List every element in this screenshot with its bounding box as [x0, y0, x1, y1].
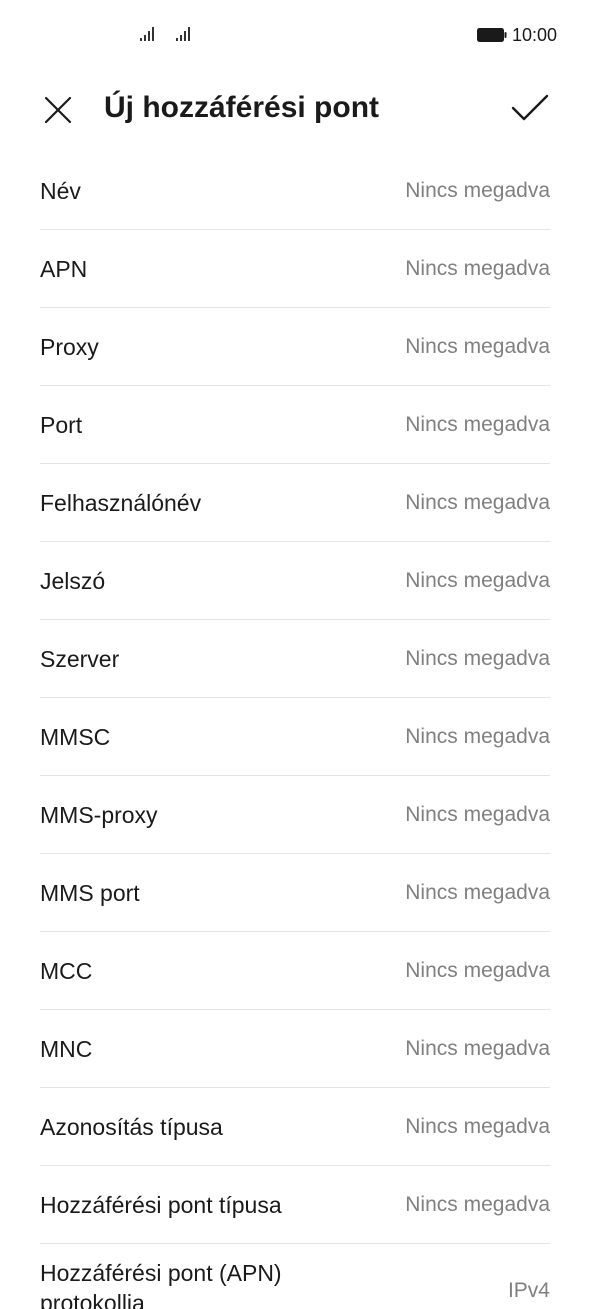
- field-value: Nincs megadva: [405, 491, 550, 514]
- field-value: Nincs megadva: [405, 257, 550, 280]
- field-label: Proxy: [40, 334, 99, 360]
- signal-icon: [176, 27, 190, 41]
- close-icon: [44, 96, 72, 124]
- apn-editor-screen: 10:00 Új hozzáférési pont Név Nincs mega…: [0, 0, 589, 1309]
- field-label: APN: [40, 256, 88, 282]
- field-row-auth-type[interactable]: Azonosítás típusa Nincs megadva: [40, 1088, 550, 1166]
- field-value: Nincs megadva: [405, 959, 550, 982]
- field-label: MMS port: [40, 880, 140, 906]
- field-row-apn[interactable]: APN Nincs megadva: [40, 230, 550, 308]
- close-button[interactable]: [36, 88, 80, 132]
- field-label: MMSC: [40, 724, 111, 750]
- page-title: Új hozzáférési pont: [104, 91, 380, 124]
- status-bar: 10:00: [0, 0, 589, 72]
- header: Új hozzáférési pont: [0, 72, 589, 148]
- field-row-apn-protocol[interactable]: Hozzáférési pont (APN) protokollja IPv4: [40, 1244, 550, 1309]
- field-row-port[interactable]: Port Nincs megadva: [40, 386, 550, 464]
- field-row-proxy[interactable]: Proxy Nincs megadva: [40, 308, 550, 386]
- field-row-server[interactable]: Szerver Nincs megadva: [40, 620, 550, 698]
- field-row-mms-port[interactable]: MMS port Nincs megadva: [40, 854, 550, 932]
- field-label: MCC: [40, 958, 93, 984]
- field-label: Jelszó: [40, 568, 106, 594]
- field-row-mcc[interactable]: MCC Nincs megadva: [40, 932, 550, 1010]
- field-row-mms-proxy[interactable]: MMS-proxy Nincs megadva: [40, 776, 550, 854]
- field-label: Név: [40, 178, 81, 204]
- status-time: 10:00: [512, 25, 558, 45]
- confirm-button[interactable]: [506, 86, 554, 130]
- field-label: Port: [40, 412, 83, 438]
- field-row-username[interactable]: Felhasználónév Nincs megadva: [40, 464, 550, 542]
- field-value: IPv4: [507, 1279, 550, 1302]
- field-label: MNC: [40, 1036, 93, 1062]
- field-row-apn-type[interactable]: Hozzáférési pont típusa Nincs megadva: [40, 1166, 550, 1244]
- signal-icon: [140, 27, 154, 41]
- field-value: Nincs megadva: [405, 647, 550, 670]
- field-row-mmsc[interactable]: MMSC Nincs megadva: [40, 698, 550, 776]
- field-value: Nincs megadva: [405, 803, 550, 826]
- field-label: Hozzáférési pont típusa: [40, 1192, 282, 1218]
- field-value: Nincs megadva: [405, 413, 550, 436]
- field-label: MMS-proxy: [40, 802, 158, 828]
- field-label: Azonosítás típusa: [40, 1114, 223, 1140]
- field-value: Nincs megadva: [405, 569, 550, 592]
- apn-field-list: Név Nincs megadva APN Nincs megadva Prox…: [40, 152, 550, 1309]
- field-value: Nincs megadva: [405, 881, 550, 904]
- field-value: Nincs megadva: [405, 725, 550, 748]
- field-value: Nincs megadva: [405, 335, 550, 358]
- field-value: Nincs megadva: [405, 1193, 550, 1216]
- field-row-password[interactable]: Jelszó Nincs megadva: [40, 542, 550, 620]
- field-row-name[interactable]: Név Nincs megadva: [40, 152, 550, 230]
- field-value: Nincs megadva: [405, 1115, 550, 1138]
- field-label: Szerver: [40, 646, 120, 672]
- field-label: Felhasználónév: [40, 490, 202, 516]
- field-label: Hozzáférési pont (APN) protokollja: [40, 1260, 282, 1309]
- check-icon: [511, 94, 549, 121]
- field-value: Nincs megadva: [405, 179, 550, 202]
- battery-icon: [477, 28, 507, 42]
- field-value: Nincs megadva: [405, 1037, 550, 1060]
- field-row-mnc[interactable]: MNC Nincs megadva: [40, 1010, 550, 1088]
